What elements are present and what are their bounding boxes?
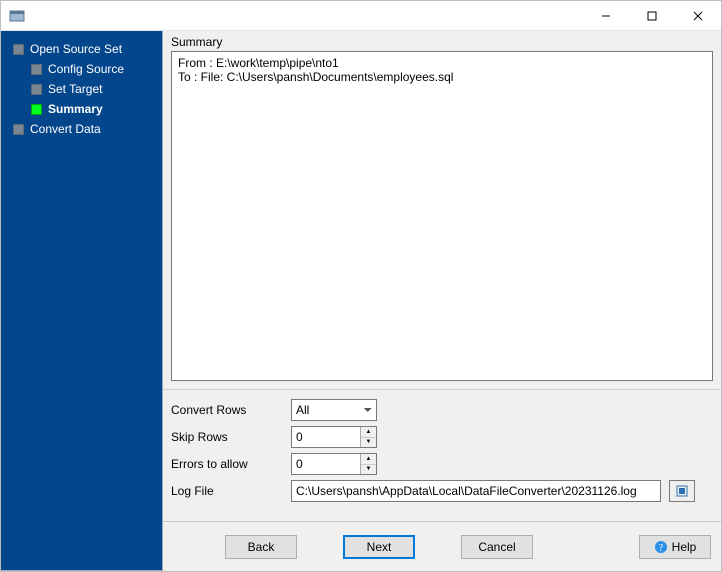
summary-line: From : E:\work\temp\pipe\nto1 bbox=[178, 56, 339, 70]
convert-rows-select[interactable]: All bbox=[291, 399, 377, 421]
titlebar bbox=[1, 1, 721, 31]
maximize-button[interactable] bbox=[629, 1, 675, 30]
browse-icon bbox=[675, 484, 689, 498]
step-label: Convert Data bbox=[30, 122, 101, 136]
wizard-steps-sidebar: Open Source Set Config Source Set Target… bbox=[1, 31, 163, 571]
skip-rows-spinner[interactable]: ▲ ▼ bbox=[291, 426, 377, 448]
skip-rows-input[interactable] bbox=[292, 427, 360, 447]
back-button[interactable]: Back bbox=[225, 535, 297, 559]
spinner-down-icon[interactable]: ▼ bbox=[361, 438, 376, 448]
spinner-down-icon[interactable]: ▼ bbox=[361, 465, 376, 475]
close-button[interactable] bbox=[675, 1, 721, 30]
summary-heading: Summary bbox=[163, 31, 721, 51]
log-file-label: Log File bbox=[171, 484, 291, 498]
step-config-source[interactable]: Config Source bbox=[1, 59, 162, 79]
step-label: Config Source bbox=[48, 62, 124, 76]
step-open-source-set[interactable]: Open Source Set bbox=[1, 39, 162, 59]
step-summary[interactable]: Summary bbox=[1, 99, 162, 119]
spinner-up-icon[interactable]: ▲ bbox=[361, 454, 376, 465]
main-panel: Summary From : E:\work\temp\pipe\nto1 To… bbox=[163, 31, 721, 571]
next-button[interactable]: Next bbox=[343, 535, 415, 559]
options-form: Convert Rows All Skip Rows ▲ ▼ bbox=[163, 389, 721, 521]
step-label: Set Target bbox=[48, 82, 102, 96]
step-convert-data[interactable]: Convert Data bbox=[1, 119, 162, 139]
cancel-button[interactable]: Cancel bbox=[461, 535, 533, 559]
step-marker-icon bbox=[13, 124, 24, 135]
step-marker-icon bbox=[13, 44, 24, 55]
summary-line: To : File: C:\Users\pansh\Documents\empl… bbox=[178, 70, 453, 84]
convert-rows-label: Convert Rows bbox=[171, 403, 291, 417]
step-set-target[interactable]: Set Target bbox=[1, 79, 162, 99]
app-icon bbox=[9, 8, 25, 24]
wizard-button-bar: Back Next Cancel ? Help bbox=[163, 521, 721, 571]
errors-allow-input[interactable] bbox=[292, 454, 360, 474]
step-label: Open Source Set bbox=[30, 42, 122, 56]
summary-textarea[interactable]: From : E:\work\temp\pipe\nto1 To : File:… bbox=[171, 51, 713, 381]
log-file-input[interactable] bbox=[291, 480, 661, 502]
errors-allow-label: Errors to allow bbox=[171, 457, 291, 471]
step-marker-icon bbox=[31, 104, 42, 115]
errors-allow-spinner[interactable]: ▲ ▼ bbox=[291, 453, 377, 475]
minimize-button[interactable] bbox=[583, 1, 629, 30]
spinner-up-icon[interactable]: ▲ bbox=[361, 427, 376, 438]
step-marker-icon bbox=[31, 64, 42, 75]
help-icon: ? bbox=[654, 540, 668, 554]
svg-text:?: ? bbox=[658, 543, 663, 554]
skip-rows-label: Skip Rows bbox=[171, 430, 291, 444]
step-marker-icon bbox=[31, 84, 42, 95]
help-button[interactable]: ? Help bbox=[639, 535, 711, 559]
step-label: Summary bbox=[48, 102, 103, 116]
browse-log-button[interactable] bbox=[669, 480, 695, 502]
app-window: Open Source Set Config Source Set Target… bbox=[0, 0, 722, 572]
